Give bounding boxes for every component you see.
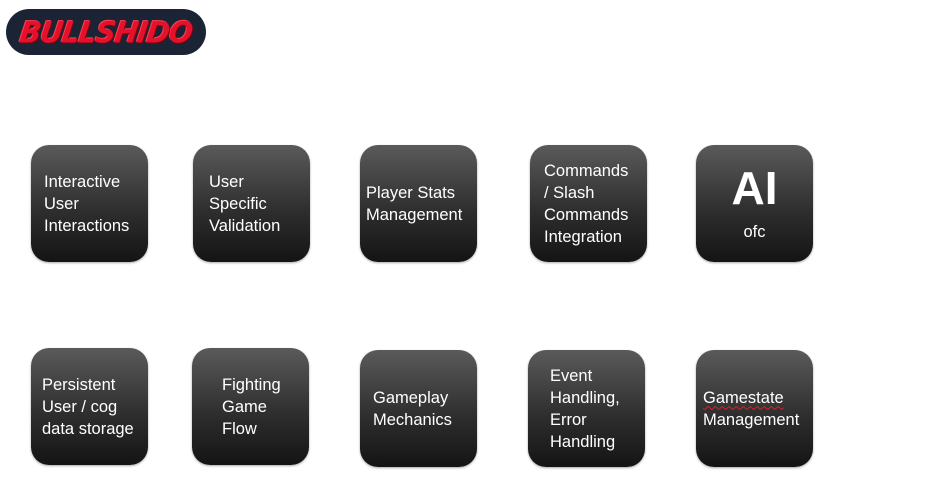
tile-persistent-data-storage: Persistent User / cog data storage [31,348,148,465]
tile-user-specific-validation: User Specific Validation [193,145,310,262]
ai-subtitle: ofc [743,222,766,241]
management-word: Management [703,410,800,429]
ai-title: AI [731,161,778,214]
tile-interactive-user-interactions: Interactive User Interactions [31,145,148,262]
tile-player-stats-management: Player Stats Management [360,145,477,262]
logo-text: BULLSHIDO [17,14,195,50]
tile-label: Gamestate Management [703,387,799,431]
tile-fighting-game-flow: Fighting Game Flow [192,348,309,465]
tile-label: Commands / Slash Commands Integration [544,161,629,246]
bullshido-logo: BULLSHIDO [6,9,206,55]
tile-label: Event Handling, Error Handling [550,366,620,451]
tile-label: Player Stats Management [366,183,463,224]
tile-gameplay-mechanics: Gameplay Mechanics [360,350,477,467]
tile-label: Fighting Game Flow [222,375,281,438]
tile-commands-integration: Commands / Slash Commands Integration [530,145,647,262]
tile-event-error-handling: Event Handling, Error Handling [528,350,645,467]
tile-gamestate-management: Gamestate Management [696,350,813,467]
tile-label: User Specific Validation [209,172,281,235]
tile-label: Persistent User / cog data storage [42,375,134,438]
gamestate-word: Gamestate [703,388,784,407]
tile-label: Gameplay Mechanics [373,388,452,429]
tile-label: Interactive User Interactions [44,172,130,235]
tile-ai: AI ofc [696,145,813,262]
